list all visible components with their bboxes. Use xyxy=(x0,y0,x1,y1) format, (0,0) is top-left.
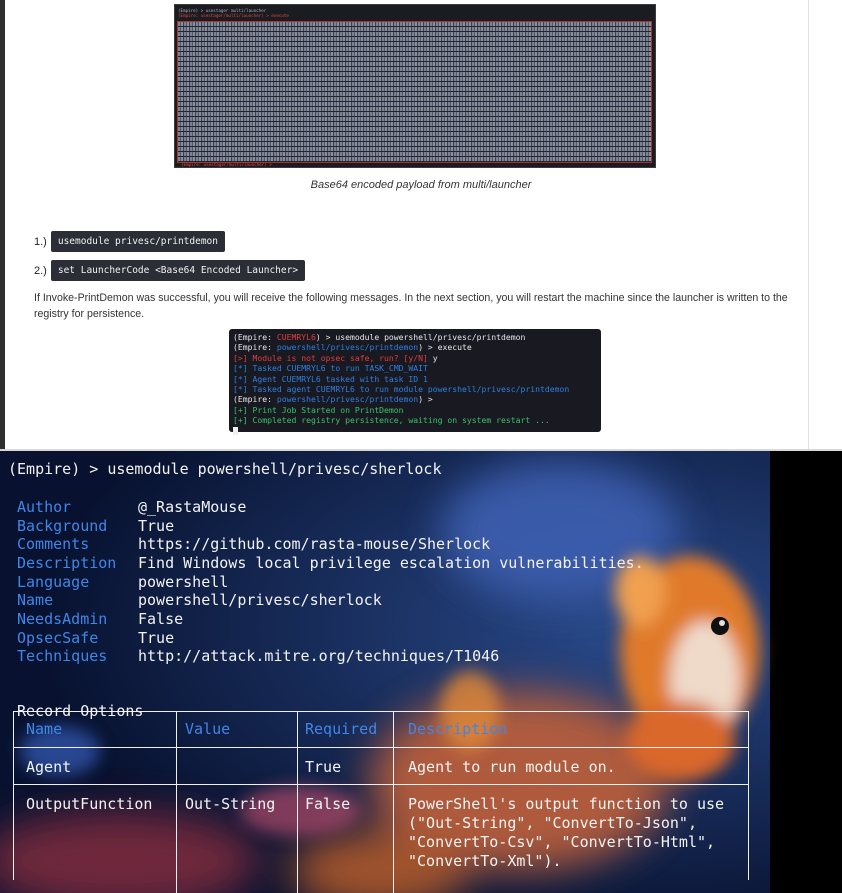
term-line: [*] Agent CUEMRYL6 tasked with task ID 1 xyxy=(233,373,428,384)
step-number: 1.) xyxy=(34,235,47,248)
info-row-background: Background True xyxy=(17,517,174,535)
info-row-description: Description Find Windows local privilege … xyxy=(17,554,644,572)
payload-line-2: (Empire: usestager/multi/launcher) > exe… xyxy=(178,13,289,18)
row-agent-name: Agent xyxy=(26,758,72,776)
page-left-border xyxy=(0,0,5,451)
info-key: Background xyxy=(17,517,108,535)
info-key: OpsecSafe xyxy=(17,629,99,647)
term-line: (Empire: powershell/privesc/printdemon) … xyxy=(233,394,433,405)
table-row-divider xyxy=(13,747,748,748)
info-key: Name xyxy=(17,591,54,609)
term-line: (Empire: CUEMRYL6) > usemodule powershel… xyxy=(233,332,526,342)
page-right-border xyxy=(808,0,809,451)
step-2-code: set LauncherCode <Base64 Encoded Launche… xyxy=(50,260,306,281)
info-row-language: Language powershell xyxy=(17,573,228,591)
instruction-paragraph: If Invoke-PrintDemon was successful, you… xyxy=(34,292,788,320)
info-value: powershell/privesc/sherlock xyxy=(138,591,382,609)
step-2: 2.) set LauncherCode <Base64 Encoded Lau… xyxy=(34,260,306,281)
column-header-required: Required xyxy=(305,720,378,738)
row-outputfunction-description: PowerShell's output function to use ("Ou… xyxy=(408,795,725,870)
term-line: [+] Print Job Started on PrintDemon xyxy=(233,404,404,415)
sherlock-terminal: (Empire) > usemodule powershell/privesc/… xyxy=(0,451,842,893)
article-page: (Empire) > usestager multi/launcher (Emp… xyxy=(0,0,842,451)
info-row-needsadmin: NeedsAdmin False xyxy=(17,610,183,628)
table-column-divider xyxy=(393,711,394,893)
column-header-value: Value xyxy=(185,720,231,738)
info-key: Description xyxy=(17,554,117,572)
row-agent-description: Agent to run module on. xyxy=(408,758,616,776)
info-key: Language xyxy=(17,573,90,591)
table-title: Record Options xyxy=(17,702,144,720)
base64-payload-block xyxy=(177,21,652,163)
info-row-opsecsafe: OpsecSafe True xyxy=(17,629,174,647)
term-line: [*] Tasked CUEMRYL6 to run TASK_CMD_WAIT xyxy=(233,363,428,374)
table-row-divider xyxy=(13,784,748,785)
step-number: 2.) xyxy=(34,264,47,277)
row-outputfunction-value: Out-String xyxy=(185,795,276,813)
info-value: True xyxy=(138,629,175,647)
info-value: False xyxy=(138,610,184,628)
row-outputfunction-required: False xyxy=(305,795,351,813)
term-line: (Empire: powershell/privesc/printdemon) … xyxy=(233,342,472,353)
info-key: NeedsAdmin xyxy=(17,610,108,628)
info-value: http://attack.mitre.org/techniques/T1046 xyxy=(138,647,500,665)
payload-screenshot: (Empire) > usestager multi/launcher (Emp… xyxy=(174,4,656,168)
info-value: True xyxy=(138,517,175,535)
info-value: Find Windows local privilege escalation … xyxy=(138,554,644,572)
printdemon-terminal: (Empire: CUEMRYL6) > usemodule powershel… xyxy=(229,329,601,436)
info-key: Author xyxy=(17,498,72,516)
info-row-techniques: Techniques http://attack.mitre.org/techni… xyxy=(17,647,499,665)
column-header-name: Name xyxy=(26,720,63,738)
step-1-code: usemodule privesc/printdemon xyxy=(50,231,225,252)
terminal-cursor xyxy=(233,427,238,436)
payload-last-line: (Empire: usestager/multi/launcher) > xyxy=(181,162,272,167)
row-agent-required: True xyxy=(305,758,342,776)
info-key: Techniques xyxy=(17,647,108,665)
info-key: Comments xyxy=(17,535,90,553)
row-outputfunction-name: OutputFunction xyxy=(26,795,153,813)
column-header-description: Description xyxy=(408,720,508,738)
info-value: https://github.com/rasta-mouse/Sherlock xyxy=(138,535,491,553)
info-value: @_RastaMouse xyxy=(138,498,247,516)
figure-caption: Base64 encoded payload from multi/launch… xyxy=(310,179,532,191)
term-line xyxy=(233,426,601,436)
term-line: [+] Completed registry persistence, wait… xyxy=(233,415,550,426)
info-row-comments: Comments https://github.com/rasta-mouse/S… xyxy=(17,535,490,553)
info-value: powershell xyxy=(138,573,229,591)
table-column-divider xyxy=(176,711,177,893)
info-row-author: Author @_RastaMouse xyxy=(17,498,246,516)
info-row-name: Name powershell/privesc/sherlock xyxy=(17,591,382,609)
term-line: [>] Module is not opsec safe, run? [y/N]… xyxy=(233,352,438,363)
step-1: 1.) usemodule privesc/printdemon xyxy=(34,231,225,252)
term-line: [*] Tasked agent CUEMRYL6 to run module … xyxy=(233,384,570,395)
table-column-divider xyxy=(297,711,298,893)
terminal-command: (Empire) > usemodule powershell/privesc/… xyxy=(8,460,442,478)
